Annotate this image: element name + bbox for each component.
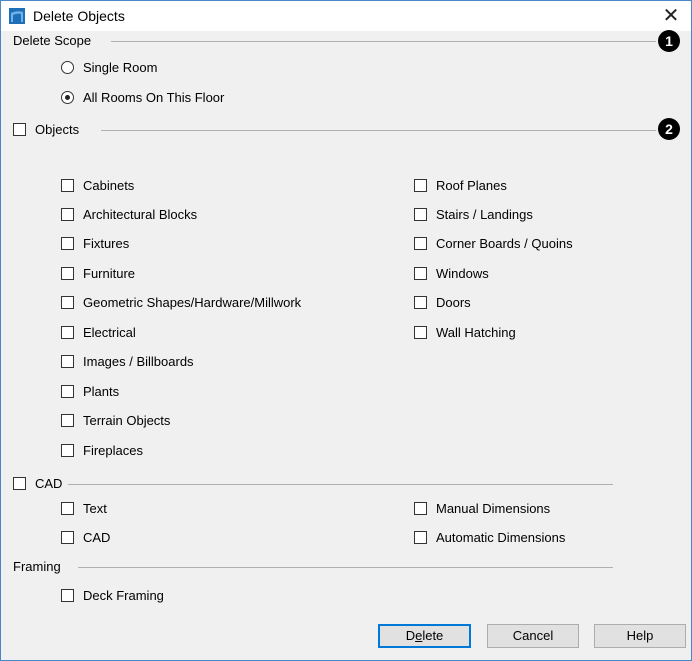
checkbox[interactable] — [414, 208, 427, 221]
callout-2: 2 — [658, 118, 680, 140]
checkbox[interactable] — [61, 502, 74, 515]
app-icon — [9, 8, 25, 24]
radio-label: All Rooms On This Floor — [83, 90, 225, 105]
checkbox-label: Manual Dimensions — [436, 501, 551, 516]
cad-divider — [68, 484, 613, 485]
checkbox[interactable] — [61, 326, 74, 339]
checkbox[interactable] — [414, 326, 427, 339]
checkbox-label: Electrical — [83, 325, 136, 340]
title-bar: Delete Objects ✕ — [1, 1, 691, 31]
checkbox[interactable] — [414, 502, 427, 515]
objects-label: Objects — [35, 122, 80, 137]
cad-section-checkbox[interactable] — [13, 477, 26, 490]
callout-1: 1 — [658, 30, 680, 52]
cad-section-label: CAD — [35, 476, 63, 491]
help-button[interactable]: Help — [594, 624, 686, 648]
checkbox-label: Automatic Dimensions — [436, 530, 566, 545]
window-title: Delete Objects — [33, 8, 125, 24]
checkbox-label: Plants — [83, 384, 120, 399]
delete-button[interactable]: Delete — [378, 624, 471, 648]
checkbox[interactable] — [61, 414, 74, 427]
checkbox-label: Text — [83, 501, 107, 516]
checkbox-label: Terrain Objects — [83, 413, 171, 428]
radio-button[interactable] — [61, 61, 74, 74]
checkbox-label: Doors — [436, 295, 471, 310]
checkbox-label: CAD — [83, 530, 111, 545]
checkbox-label: Corner Boards / Quoins — [436, 236, 573, 251]
checkbox[interactable] — [61, 531, 74, 544]
checkbox[interactable] — [61, 179, 74, 192]
checkbox[interactable] — [414, 531, 427, 544]
cancel-button[interactable]: Cancel — [487, 624, 579, 648]
checkbox-label: Geometric Shapes/Hardware/Millwork — [83, 295, 302, 310]
checkbox[interactable] — [414, 179, 427, 192]
checkbox[interactable] — [61, 355, 74, 368]
checkbox-label: Wall Hatching — [436, 325, 516, 340]
checkbox-label: Furniture — [83, 266, 136, 281]
objects-divider — [101, 130, 656, 131]
checkbox-label: Fixtures — [83, 236, 130, 251]
checkbox[interactable] — [61, 237, 74, 250]
checkbox[interactable] — [61, 444, 74, 457]
checkbox[interactable] — [61, 296, 74, 309]
checkbox[interactable] — [61, 267, 74, 280]
checkbox[interactable] — [61, 589, 74, 602]
framing-label: Framing — [13, 559, 61, 574]
checkbox[interactable] — [61, 385, 74, 398]
radio-label: Single Room — [83, 60, 158, 75]
checkbox-label: Images / Billboards — [83, 354, 194, 369]
checkbox-label: Windows — [436, 266, 489, 281]
framing-divider — [78, 567, 613, 568]
close-icon[interactable]: ✕ — [657, 2, 685, 30]
checkbox[interactable] — [414, 296, 427, 309]
checkbox-label: Stairs / Landings — [436, 207, 533, 222]
checkbox[interactable] — [61, 208, 74, 221]
delete-scope-divider — [111, 41, 656, 42]
checkbox[interactable] — [414, 237, 427, 250]
delete-scope-label: Delete Scope — [13, 33, 92, 48]
radio-button[interactable] — [61, 91, 74, 104]
checkbox-label: Roof Planes — [436, 178, 507, 193]
delete-suffix: lete — [422, 628, 444, 643]
checkbox-label: Fireplaces — [83, 443, 143, 458]
delete-prefix: D — [405, 628, 416, 643]
checkbox[interactable] — [414, 267, 427, 280]
objects-checkbox[interactable] — [13, 123, 26, 136]
delete-objects-dialog: Delete Objects ✕ Delete Scope 1 Single R… — [0, 0, 692, 661]
checkbox-label: Architectural Blocks — [83, 207, 198, 222]
checkbox-label: Deck Framing — [83, 588, 164, 603]
checkbox-label: Cabinets — [83, 178, 135, 193]
